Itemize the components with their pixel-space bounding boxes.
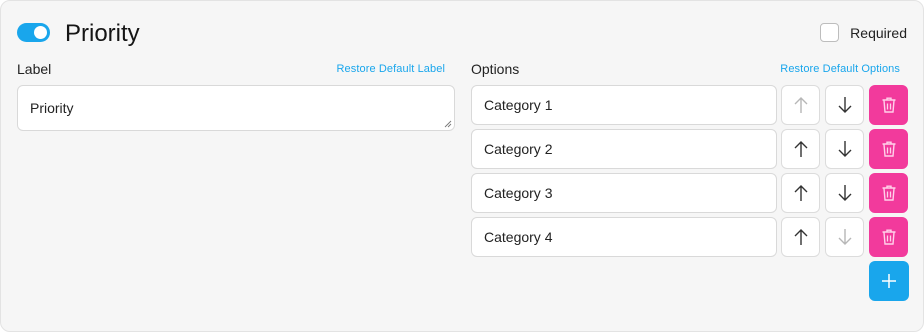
required-checkbox[interactable] [820,23,840,42]
delete-option-button[interactable] [869,217,908,257]
required-label: Required [850,24,907,41]
trash-icon [882,185,895,201]
required-control[interactable]: Required [820,23,907,42]
option-input[interactable]: Category 4 [471,217,777,257]
label-textarea[interactable]: Priority [17,85,455,131]
restore-default-options-link[interactable]: Restore Default Options [780,63,900,75]
option-input[interactable]: Category 1 [471,85,777,125]
arrow-up-icon [794,97,807,113]
move-up-button[interactable] [781,173,820,213]
label-textarea-value: Priority [30,100,74,116]
move-down-button[interactable] [825,85,864,125]
field-enabled-toggle[interactable] [17,23,50,42]
add-option-button[interactable] [869,261,909,301]
arrow-down-icon [838,97,851,113]
arrow-up-icon [794,141,807,157]
arrow-down-icon [838,141,851,157]
field-title: Priority [65,20,140,47]
arrow-down-icon [838,185,851,201]
trash-icon [882,141,895,157]
delete-option-button[interactable] [869,85,908,125]
restore-default-label-link[interactable]: Restore Default Label [337,63,446,75]
options-heading: Options [471,61,520,77]
option-row: Category 1 [471,85,909,125]
option-row: Category 4 [471,217,909,257]
delete-option-button[interactable] [869,173,908,213]
arrow-up-icon [794,185,807,201]
toggle-knob [34,26,47,39]
move-down-button[interactable] [825,173,864,213]
move-down-button[interactable] [825,129,864,169]
arrow-up-icon [794,229,807,245]
plus-icon [882,274,896,288]
move-up-button[interactable] [781,217,820,257]
move-up-button[interactable] [781,129,820,169]
option-row: Category 2 [471,129,909,169]
field-settings-panel: Priority Required Label Restore Default … [0,0,924,332]
option-input[interactable]: Category 2 [471,129,777,169]
arrow-down-icon [838,229,851,245]
trash-icon [882,229,895,245]
trash-icon [882,97,895,113]
option-row: Category 3 [471,173,909,213]
delete-option-button[interactable] [869,129,908,169]
option-input[interactable]: Category 3 [471,173,777,213]
move-down-button[interactable] [825,217,864,257]
label-heading: Label [17,61,52,77]
resize-grip-icon[interactable] [444,120,452,128]
move-up-button[interactable] [781,85,820,125]
